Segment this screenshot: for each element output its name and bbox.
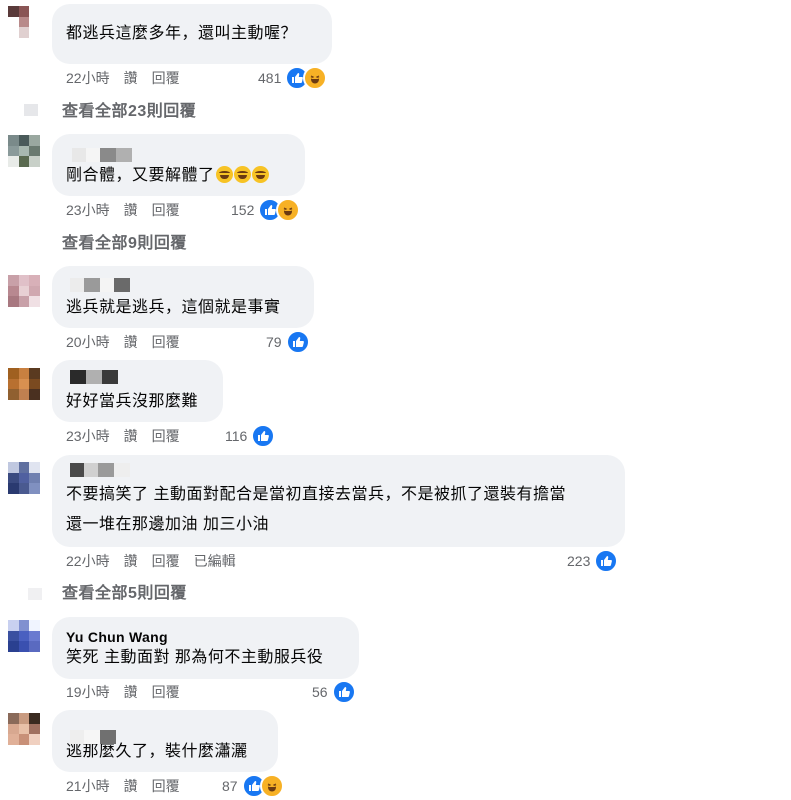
avatar[interactable] (8, 368, 40, 400)
avatar[interactable] (8, 275, 40, 307)
comment-bubble: 剛合體，又要解體了 (52, 134, 305, 196)
comment-actions: 22小時 讚 回覆 (66, 68, 194, 88)
comment-bubble: 都逃兵這麼多年，還叫主動喔？ (52, 4, 332, 64)
author-name-redacted (70, 463, 130, 477)
comment-text: 逃兵就是逃兵，這個就是事實 (66, 299, 281, 316)
reaction-count: 87 (222, 778, 238, 794)
comment-text: 剛合體，又要解體了 (66, 161, 291, 191)
view-replies-link[interactable]: 查看全部9則回覆 (62, 233, 187, 255)
reply-button[interactable]: 回覆 (152, 200, 180, 220)
haha-icon (303, 66, 328, 90)
comment-bubble: 好好當兵沒那麼難 (52, 360, 223, 422)
timestamp[interactable]: 23小時 (66, 426, 110, 446)
avatar[interactable] (8, 462, 40, 494)
avatar[interactable] (8, 135, 40, 167)
like-icon (251, 424, 276, 448)
like-button[interactable]: 讚 (124, 332, 138, 352)
reaction-count: 79 (266, 334, 282, 350)
comment-author[interactable]: Yu Chun Wang (66, 628, 345, 646)
comment-actions: 22小時 讚 回覆 已編輯 (66, 551, 236, 571)
comment-bubble: 逃那麼久了，裝什麼瀟灑 (52, 710, 278, 772)
timestamp[interactable]: 20小時 (66, 332, 110, 352)
author-name-redacted (70, 730, 116, 744)
like-icon (594, 549, 619, 573)
avatar[interactable] (8, 6, 40, 38)
laughing-face-emoji (215, 166, 233, 183)
view-replies-link[interactable]: 查看全部23則回覆 (62, 101, 196, 123)
reaction-summary[interactable]: 116 (225, 424, 276, 448)
comment-bubble: 逃兵就是逃兵，這個就是事實 (52, 266, 314, 328)
comment-actions: 19小時 讚 回覆 (66, 682, 194, 702)
avatar[interactable] (8, 620, 40, 652)
avatar[interactable] (8, 713, 40, 745)
author-name-redacted (70, 278, 130, 292)
comment-text: 笑死 主動面對 那為何不主動服兵役 (66, 649, 324, 666)
reaction-count: 152 (231, 202, 255, 218)
comment-text: 好好當兵沒那麼難 (66, 393, 199, 410)
reply-button[interactable]: 回覆 (152, 68, 180, 88)
reply-button[interactable]: 回覆 (152, 426, 180, 446)
comment-actions: 20小時 讚 回覆 (66, 332, 194, 352)
reply-button[interactable]: 回覆 (152, 332, 180, 352)
reaction-summary[interactable]: 481 (258, 66, 328, 90)
author-name-redacted (72, 148, 132, 162)
reply-button[interactable]: 回覆 (152, 682, 180, 702)
comment-text: 都逃兵這麼多年，還叫主動喔？ (66, 25, 298, 42)
edited-label: 已編輯 (193, 553, 236, 569)
author-name-redacted (70, 370, 118, 384)
reaction-count: 56 (312, 684, 328, 700)
like-button[interactable]: 讚 (124, 551, 138, 571)
reaction-count: 481 (258, 70, 282, 86)
timestamp[interactable]: 23小時 (66, 200, 110, 220)
timestamp[interactable]: 22小時 (66, 68, 110, 88)
haha-icon (276, 198, 301, 222)
like-icon (285, 330, 310, 354)
reply-thread-line (24, 104, 38, 116)
like-button[interactable]: 讚 (124, 68, 138, 88)
reaction-summary[interactable]: 87 (222, 774, 284, 798)
comment-actions: 23小時 讚 回覆 (66, 426, 194, 446)
haha-icon (259, 774, 284, 798)
reaction-summary[interactable]: 223 (567, 549, 619, 573)
like-button[interactable]: 讚 (124, 776, 138, 796)
like-button[interactable]: 讚 (124, 426, 138, 446)
laughing-face-emoji (233, 166, 251, 183)
reply-button[interactable]: 回覆 (152, 551, 180, 571)
timestamp[interactable]: 22小時 (66, 551, 110, 571)
timestamp[interactable]: 19小時 (66, 682, 110, 702)
comment-bubble: 不要搞笑了 主動面對配合是當初直接去當兵，不是被抓了還裝有擔當 還一堆在那邊加油… (52, 455, 625, 547)
reaction-summary[interactable]: 79 (266, 330, 310, 354)
like-button[interactable]: 讚 (124, 682, 138, 702)
reply-thread-line (28, 588, 42, 600)
view-replies-link[interactable]: 查看全部5則回覆 (62, 583, 187, 605)
reply-button[interactable]: 回覆 (152, 776, 180, 796)
comment-actions: 23小時 讚 回覆 (66, 200, 194, 220)
reaction-count: 116 (225, 428, 248, 444)
comment-bubble: Yu Chun Wang 笑死 主動面對 那為何不主動服兵役 (52, 617, 359, 679)
reaction-summary[interactable]: 152 (231, 198, 301, 222)
comment-text: 不要搞笑了 主動面對配合是當初直接去當兵，不是被抓了還裝有擔當 (66, 486, 566, 503)
comment-actions: 21小時 讚 回覆 (66, 776, 194, 796)
reaction-count: 223 (567, 553, 591, 569)
laughing-face-emoji (251, 166, 269, 183)
comment-text: 還一堆在那邊加油 加三小油 (66, 516, 269, 533)
like-button[interactable]: 讚 (124, 200, 138, 220)
like-icon (331, 680, 356, 704)
timestamp[interactable]: 21小時 (66, 776, 110, 796)
reaction-summary[interactable]: 56 (312, 680, 356, 704)
